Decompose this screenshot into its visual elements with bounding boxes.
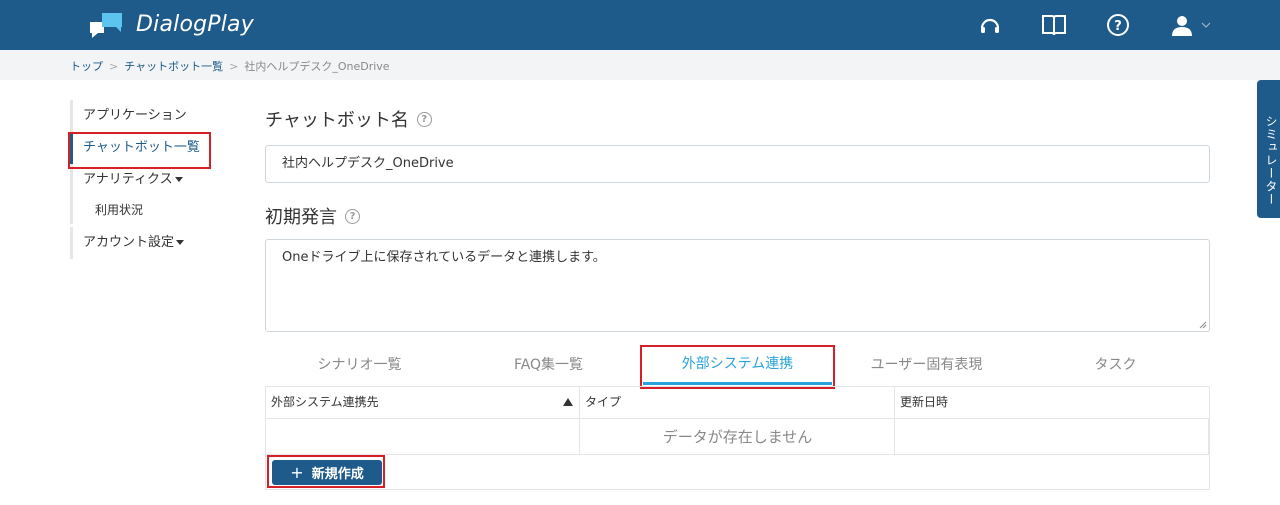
tab-external-system[interactable]: 外部システム連携 [643, 345, 832, 385]
help-icon[interactable]: ? [1105, 12, 1131, 38]
tab-scenario-list[interactable]: シナリオ一覧 [265, 345, 454, 385]
caret-down-icon [176, 240, 185, 245]
nav-item-account-settings[interactable]: アカウント設定 [73, 227, 220, 259]
nav-item-application[interactable]: アプリケーション [73, 100, 220, 132]
nav-item-account-label: アカウント設定 [83, 235, 175, 250]
initial-utterance-label-text: 初期発言 [265, 207, 337, 228]
help-circle-icon[interactable]: ? [416, 111, 432, 127]
tab-faq-list[interactable]: FAQ集一覧 [454, 345, 643, 385]
column-header-destination[interactable]: 外部システム連携先 [266, 387, 580, 418]
book-icon[interactable] [1041, 12, 1067, 38]
initial-utterance-textarea[interactable]: Oneドライブ上に保存されているデータと連携します。 [265, 239, 1210, 332]
breadcrumb-top[interactable]: トップ [70, 58, 103, 74]
side-navigation: アプリケーション チャットボット一覧 アナリティクス 利用状況 アカウント設定 [70, 100, 220, 259]
user-icon[interactable] [1169, 12, 1195, 38]
table-header: 外部システム連携先 タイプ 更新日時 [266, 387, 1209, 419]
nav-item-analytics-label: アナリティクス [83, 172, 173, 187]
breadcrumb-separator: > [229, 59, 239, 73]
external-system-table: 外部システム連携先 タイプ 更新日時 データが存在しません + 新規作成 [265, 386, 1210, 490]
nav-group-main: アプリケーション チャットボット一覧 アナリティクス 利用状況 [70, 100, 220, 224]
help-circle-icon[interactable]: ? [345, 208, 360, 224]
header-bar: DialogPlay ? [0, 0, 1280, 50]
caret-down-icon [174, 177, 183, 182]
chatbot-name-input[interactable]: 社内ヘルプデスク_OneDrive [265, 145, 1210, 183]
empty-message: データが存在しません [662, 428, 813, 446]
initial-utterance-label: 初期発言 ? [265, 203, 360, 229]
tab-user-expressions[interactable]: ユーザー固有表現 [832, 345, 1021, 385]
initial-utterance-text: Oneドライブ上に保存されているデータと連携します。 [282, 250, 606, 265]
chatbot-name-label: チャットボット名 ? [265, 106, 432, 132]
nav-item-usage[interactable]: 利用状況 [73, 196, 220, 224]
chevron-down-icon[interactable] [1199, 12, 1213, 38]
resize-grip-icon[interactable] [1199, 321, 1207, 329]
breadcrumb-chatbot-list[interactable]: チャットボット一覧 [124, 58, 223, 74]
plus-icon: + [290, 463, 304, 482]
chat-bubbles-icon [88, 10, 124, 38]
breadcrumb-bar: トップ > チャットボット一覧 > 社内ヘルプデスク_OneDrive [0, 50, 1280, 80]
simulator-tab[interactable]: シミュレーター [1257, 80, 1280, 218]
breadcrumb: トップ > チャットボット一覧 > 社内ヘルプデスク_OneDrive [70, 58, 390, 74]
tab-task[interactable]: タスク [1021, 345, 1210, 385]
app-name: DialogPlay [136, 11, 254, 37]
nav-item-chatbot-list[interactable]: チャットボット一覧 [70, 132, 220, 164]
headset-icon[interactable] [977, 12, 1003, 38]
app-logo[interactable]: DialogPlay [88, 10, 254, 38]
column-header-updated[interactable]: 更新日時 [895, 387, 1209, 418]
column-header-destination-label: 外部システム連携先 [271, 395, 379, 409]
table-empty-row: データが存在しません [266, 419, 1209, 455]
new-create-button-label: 新規作成 [311, 467, 364, 482]
column-header-type[interactable]: タイプ [580, 387, 895, 418]
svg-text:?: ? [1114, 19, 1122, 34]
breadcrumb-separator: > [109, 59, 119, 73]
nav-item-analytics[interactable]: アナリティクス [73, 164, 220, 196]
breadcrumb-current: 社内ヘルプデスク_OneDrive [244, 60, 390, 73]
new-create-button[interactable]: + 新規作成 [272, 460, 382, 485]
tab-bar: シナリオ一覧 FAQ集一覧 外部システム連携 ユーザー固有表現 タスク [265, 345, 1210, 385]
nav-group-account: アカウント設定 [70, 227, 220, 259]
chatbot-name-label-text: チャットボット名 [265, 110, 409, 131]
sort-ascending-icon [563, 398, 573, 406]
